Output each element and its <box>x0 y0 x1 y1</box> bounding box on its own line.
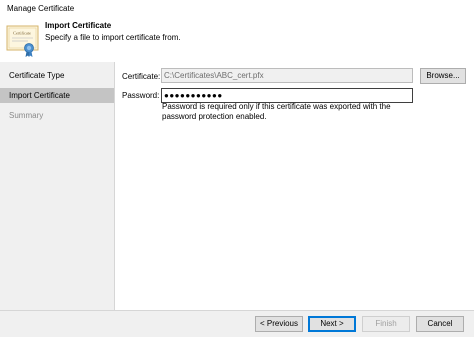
certificate-path-field[interactable]: C:\Certificates\ABC_cert.pfx <box>161 68 413 83</box>
wizard-steps-sidebar: Certificate Type Import Certificate Summ… <box>0 62 115 310</box>
wizard-footer: < Previous Next > Finish Cancel <box>0 310 474 337</box>
step-import-certificate[interactable]: Import Certificate <box>0 88 114 103</box>
window-title: Manage Certificate <box>7 4 75 13</box>
svg-text:Certificate: Certificate <box>13 31 31 36</box>
certificate-label: Certificate: <box>122 72 161 81</box>
wizard-content: Certificate: C:\Certificates\ABC_cert.pf… <box>115 62 474 310</box>
password-field[interactable]: ●●●●●●●●●●● <box>161 88 413 103</box>
browse-button[interactable]: Browse... <box>420 68 466 84</box>
next-button[interactable]: Next > <box>308 316 356 332</box>
cancel-button[interactable]: Cancel <box>416 316 464 332</box>
password-label: Password: <box>122 91 160 100</box>
manage-certificate-dialog: Manage Certificate Certificate Import Ce… <box>0 0 474 337</box>
certificate-icon-caption: Certificate <box>13 31 31 36</box>
password-hint: Password is required only if this certif… <box>162 102 391 121</box>
wizard-header: Certificate Import Certificate Specify a… <box>0 18 474 63</box>
page-subtitle: Specify a file to import certificate fro… <box>45 33 181 42</box>
step-summary: Summary <box>9 111 44 120</box>
page-title: Import Certificate <box>45 21 112 30</box>
previous-button[interactable]: < Previous <box>255 316 303 332</box>
title-bar: Manage Certificate <box>0 0 474 18</box>
step-certificate-type[interactable]: Certificate Type <box>0 68 114 83</box>
finish-button: Finish <box>362 316 410 332</box>
